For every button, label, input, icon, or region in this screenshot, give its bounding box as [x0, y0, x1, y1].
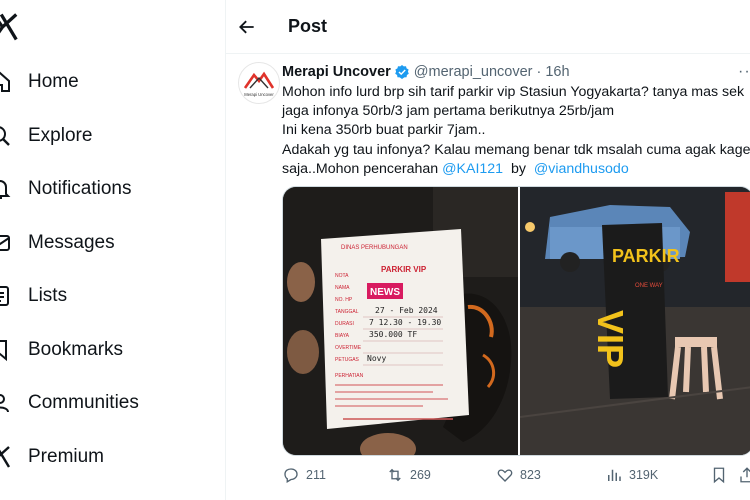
sidebar-item-label: Explore [28, 125, 93, 146]
receipt-label: BIAYA [335, 333, 350, 339]
tweet-line: saja..Mohon pencerahan [282, 160, 443, 177]
verified-badge-icon [394, 65, 409, 79]
header-divider [226, 53, 750, 54]
mention-link[interactable]: @viandhusodo [534, 161, 629, 177]
avatar-caption: Merapi Uncover [244, 92, 274, 97]
sidebar-item-label: Notifications [28, 178, 132, 199]
receipt-label: NAMA [335, 285, 350, 291]
tweet-timestamp[interactable]: 16h [545, 64, 569, 80]
receipt-amount: 350.000 TF [369, 330, 417, 339]
receipt-label: PETUGAS [335, 357, 360, 363]
tweet-text: Mohon info lurd brp sih tarif parkir vip… [282, 83, 750, 179]
reply-count: 211 [306, 468, 326, 482]
receipt-label: OVERTIME [335, 345, 362, 351]
receipt-label: TANGGAL [335, 309, 359, 315]
svg-text:PERHATIAN: PERHATIAN [335, 373, 364, 379]
tweet-line-last: saja..Mohon pencerahan @KAI121 by @viand… [282, 160, 750, 179]
tweet-header: Merapi Uncover @merapi_uncover · 16h [282, 64, 570, 80]
bookmark-icon [713, 467, 725, 484]
back-button[interactable] [234, 14, 260, 40]
views-button[interactable]: 319K [605, 466, 658, 484]
svg-text:ONE WAY: ONE WAY [635, 283, 663, 289]
sidebar-item-label: Premium [28, 446, 105, 467]
bookmark-button[interactable] [710, 466, 734, 484]
sidebar-item-label: Home [28, 71, 79, 92]
receipt-label: DURASI [335, 321, 354, 327]
main-column: Post Merapi Uncover Merapi Uncover @mera… [226, 0, 750, 500]
repost-icon [389, 468, 401, 482]
heart-icon [497, 469, 513, 482]
bell-icon [0, 180, 11, 199]
author-handle[interactable]: @merapi_uncover [414, 64, 533, 80]
separator-dot: · [536, 64, 542, 80]
media-grid: DINAS PERHUBUNGAN PARKIR VIP NEWS NOTA N… [282, 186, 750, 456]
people-icon [0, 394, 9, 413]
receipt-label: NO. HP [335, 297, 353, 303]
sidebar-item-label: Lists [28, 285, 68, 306]
views-count: 319K [629, 468, 659, 482]
receipt-date: 27 - Feb 2024 [375, 306, 438, 315]
search-icon [0, 126, 10, 146]
receipt-label: NOTA [335, 273, 349, 279]
home-icon [0, 71, 10, 92]
by-text: by [503, 160, 534, 177]
bookmark-icon [0, 340, 7, 362]
photo-vip-sign[interactable]: PARKIR ONE WAY VIP [519, 187, 750, 455]
photo-receipt[interactable]: DINAS PERHUBUNGAN PARKIR VIP NEWS NOTA N… [283, 187, 518, 455]
like-count: 823 [520, 468, 541, 482]
receipt-time: 7 12.30 - 19.30 [369, 318, 441, 327]
sign-bottom-text: VIP [590, 310, 631, 368]
svg-text:DINAS PERHUBUNGAN: DINAS PERHUBUNGAN [341, 245, 408, 251]
repost-button[interactable]: 269 [386, 466, 431, 484]
share-button[interactable] [738, 466, 750, 484]
like-button[interactable]: 823 [496, 466, 541, 484]
tweet-line: jaga infonya 50rb/3 jam pertama berikutn… [282, 103, 615, 120]
vip-sign-photo-drawing: PARKIR ONE WAY VIP [519, 187, 750, 455]
news-badge: NEWS [370, 287, 400, 298]
reply-icon [284, 468, 298, 483]
mountain-logo-icon: Merapi Uncover [243, 71, 274, 97]
avatar[interactable]: Merapi Uncover [238, 62, 280, 104]
page-title: Post [288, 16, 328, 36]
tweet-line: Ini kena 350rb buat parkir 7jam.. [282, 122, 486, 139]
x-logo-icon[interactable] [0, 12, 20, 42]
author-name[interactable]: Merapi Uncover [282, 64, 391, 80]
receipt-officer: Novy [367, 354, 386, 363]
sidebar-item-label: Bookmarks [28, 339, 124, 360]
tweet-actions: 211 269 823 319K [282, 466, 750, 488]
tweet-line: Adakah yg tau infonya? Kalau memang bena… [282, 141, 750, 158]
envelope-icon [0, 235, 10, 251]
mention-link[interactable]: @KAI121 [442, 161, 503, 177]
views-icon [608, 469, 621, 481]
sidebar-item-label: Communities [28, 392, 139, 413]
share-icon [740, 467, 750, 483]
receipt-heading: PARKIR VIP [381, 265, 427, 274]
repost-count: 269 [410, 468, 431, 482]
sidebar: Home Explore Notifications Messages List… [0, 0, 224, 500]
reply-button[interactable]: 211 [282, 466, 326, 484]
x-logo-icon [0, 446, 11, 468]
more-options-icon[interactable]: ··· [738, 63, 750, 81]
tweet-line: Mohon info lurd brp sih tarif parkir vip… [282, 84, 745, 100]
list-icon [0, 286, 9, 306]
sidebar-item-label: Messages [28, 232, 115, 253]
sign-top-text: PARKIR [612, 246, 680, 266]
receipt-photo-drawing: DINAS PERHUBUNGAN PARKIR VIP NEWS NOTA N… [283, 187, 518, 455]
arrow-left-icon [239, 20, 254, 34]
